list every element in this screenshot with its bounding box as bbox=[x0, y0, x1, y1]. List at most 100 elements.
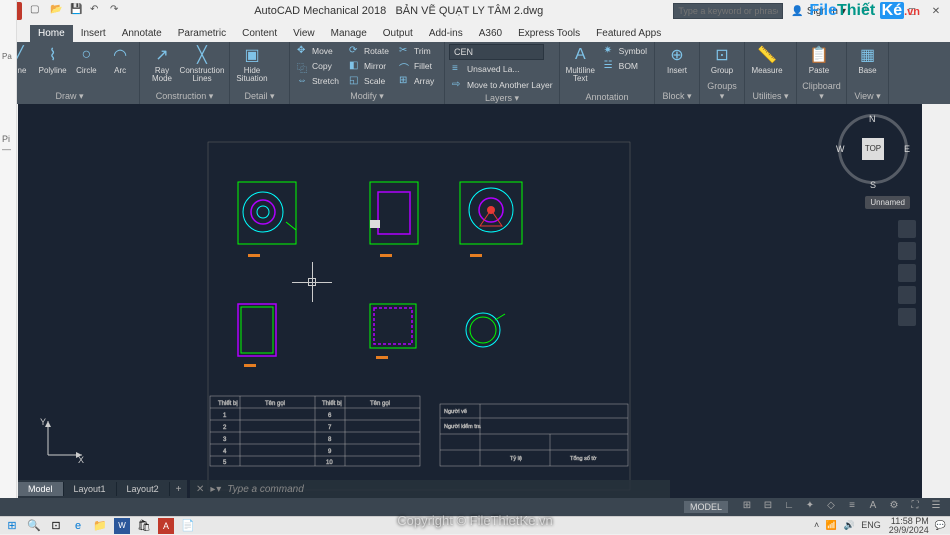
svg-text:3: 3 bbox=[223, 437, 227, 443]
store-icon[interactable]: 🛍 bbox=[136, 518, 152, 534]
copy-button[interactable]: ⿻Copy bbox=[294, 59, 342, 73]
tab-content[interactable]: Content bbox=[234, 25, 285, 42]
construction-lines-button[interactable]: ╳Construction Lines bbox=[184, 44, 220, 83]
tab-insert[interactable]: Insert bbox=[73, 25, 114, 42]
edge-icon[interactable]: e bbox=[70, 518, 86, 534]
ucs-unnamed-badge[interactable]: Unnamed bbox=[865, 196, 910, 209]
tray-chevron-icon[interactable]: ˄ bbox=[814, 520, 819, 530]
status-grid-icon[interactable]: ⊞ bbox=[739, 500, 755, 514]
scale-button[interactable]: ◱Scale bbox=[346, 74, 392, 88]
tab-manage[interactable]: Manage bbox=[323, 25, 375, 42]
tab-parametric[interactable]: Parametric bbox=[170, 25, 234, 42]
svg-text:Tên gọi: Tên gọi bbox=[370, 401, 390, 407]
measure-button[interactable]: 📏Measure bbox=[749, 44, 785, 75]
group-draw-label: Draw ▾ bbox=[4, 90, 135, 102]
explorer-icon[interactable]: 📁 bbox=[92, 518, 108, 534]
group-utilities-label: Utilities ▾ bbox=[749, 90, 792, 102]
mirror-button[interactable]: ◧Mirror bbox=[346, 59, 392, 73]
fillet-button[interactable]: ⌒Fillet bbox=[396, 59, 437, 73]
tab-addins[interactable]: Add-ins bbox=[421, 25, 471, 42]
ribbon: ╱Line ⌇Polyline ○Circle ◠Arc Draw ▾ ↗Ray… bbox=[0, 42, 950, 104]
array-button[interactable]: ⊞Array bbox=[396, 74, 437, 88]
cmdline-options-icon[interactable]: ▸ ▾ bbox=[210, 484, 221, 495]
status-fullscreen-icon[interactable]: ⛶ bbox=[907, 500, 923, 514]
nav-orbit-icon[interactable] bbox=[898, 286, 916, 304]
insert-button[interactable]: ⊕Insert bbox=[659, 44, 695, 75]
tab-express[interactable]: Express Tools bbox=[510, 25, 588, 42]
svg-text:7: 7 bbox=[328, 425, 332, 431]
tab-output[interactable]: Output bbox=[375, 25, 421, 42]
tray-network-icon[interactable]: 📶 bbox=[826, 520, 837, 530]
tab-a360[interactable]: A360 bbox=[471, 25, 510, 42]
move-to-layer-button[interactable]: ⇨Move to Another Layer bbox=[449, 78, 556, 92]
start-button[interactable]: ⊞ bbox=[4, 518, 20, 534]
clock[interactable]: 11:58 PM 29/9/2024 bbox=[889, 517, 929, 535]
status-workspace-icon[interactable]: ⚙ bbox=[886, 500, 902, 514]
group-construction-label: Construction ▾ bbox=[144, 90, 225, 102]
svg-text:10: 10 bbox=[326, 460, 333, 466]
nav-pan-icon[interactable] bbox=[898, 242, 916, 260]
pin-label: Pi— bbox=[2, 134, 11, 154]
move-button[interactable]: ✥Move bbox=[294, 44, 342, 58]
qat-redo-icon[interactable]: ↷ bbox=[110, 4, 124, 18]
status-polar-icon[interactable]: ✦ bbox=[802, 500, 818, 514]
search-input[interactable] bbox=[673, 3, 783, 19]
tab-view[interactable]: View bbox=[285, 25, 323, 42]
hide-situation-button[interactable]: ▣Hide Situation bbox=[234, 44, 270, 83]
paste-button[interactable]: 📋Paste bbox=[801, 44, 837, 75]
nav-zoom-icon[interactable] bbox=[898, 264, 916, 282]
notifications-icon[interactable]: 💬 bbox=[935, 520, 946, 531]
base-button[interactable]: ▦Base bbox=[851, 44, 884, 75]
svg-text:Người vẽ: Người vẽ bbox=[444, 409, 467, 415]
close-cmdline-icon[interactable]: ✕ bbox=[196, 484, 204, 495]
svg-text:Thiết bị: Thiết bị bbox=[218, 401, 238, 407]
task-view-icon[interactable]: ⊡ bbox=[48, 518, 64, 534]
word-icon[interactable]: W bbox=[114, 518, 130, 534]
status-annotation-icon[interactable]: A bbox=[865, 500, 881, 514]
polyline-button[interactable]: ⌇Polyline bbox=[38, 44, 68, 75]
viewcube[interactable]: TOP N S W E bbox=[838, 114, 908, 186]
stretch-button[interactable]: ⇔Stretch bbox=[294, 74, 342, 88]
tray-volume-icon[interactable]: 🔊 bbox=[843, 520, 854, 530]
status-model-badge[interactable]: MODEL bbox=[684, 501, 728, 513]
circle-button[interactable]: ○Circle bbox=[72, 44, 102, 75]
trim-button[interactable]: ✂Trim bbox=[396, 44, 437, 58]
group-detail-label: Detail ▾ bbox=[234, 90, 285, 102]
tab-model[interactable]: Model bbox=[18, 482, 64, 496]
layer-state-button[interactable]: ≡Unsaved La... bbox=[449, 62, 556, 76]
tray-lang[interactable]: ENG bbox=[861, 520, 881, 530]
arc-button[interactable]: ◠Arc bbox=[105, 44, 135, 75]
symbol-button[interactable]: ✷Symbol bbox=[601, 44, 650, 58]
svg-text:1: 1 bbox=[223, 413, 227, 419]
nav-showmotion-icon[interactable] bbox=[898, 308, 916, 326]
ray-button[interactable]: ↗Ray Mode bbox=[144, 44, 180, 83]
rotate-button[interactable]: ⟳Rotate bbox=[346, 44, 392, 58]
autocad-icon[interactable]: A bbox=[158, 518, 174, 534]
status-lineweight-icon[interactable]: ≡ bbox=[844, 500, 860, 514]
status-customize-icon[interactable]: ☰ bbox=[928, 500, 944, 514]
layer-select[interactable] bbox=[449, 44, 544, 60]
qat-open-icon[interactable]: 📂 bbox=[50, 4, 64, 18]
status-osnap-icon[interactable]: ◇ bbox=[823, 500, 839, 514]
status-ortho-icon[interactable]: ∟ bbox=[781, 500, 797, 514]
tab-layout1[interactable]: Layout1 bbox=[64, 482, 117, 496]
command-line[interactable]: ✕ ▸ ▾ Type a command bbox=[190, 480, 670, 498]
add-layout-button[interactable]: + bbox=[170, 482, 188, 497]
nav-wheel-icon[interactable] bbox=[898, 220, 916, 238]
tab-featured[interactable]: Featured Apps bbox=[588, 25, 669, 42]
status-snap-icon[interactable]: ⊟ bbox=[760, 500, 776, 514]
qat-new-icon[interactable]: ▢ bbox=[30, 4, 44, 18]
tab-layout2[interactable]: Layout2 bbox=[117, 482, 170, 496]
app-icon[interactable]: 📄 bbox=[180, 518, 196, 534]
group-button[interactable]: ⊡Group bbox=[704, 44, 740, 75]
close-icon[interactable]: ✕ bbox=[926, 6, 946, 17]
watermark-logo: FileThiết Ké.vn bbox=[809, 2, 920, 20]
bom-button[interactable]: ☱BOM bbox=[601, 59, 650, 73]
qat-undo-icon[interactable]: ↶ bbox=[90, 4, 104, 18]
multiline-text-button[interactable]: AMultiline Text bbox=[564, 44, 597, 83]
qat-save-icon[interactable]: 💾 bbox=[70, 4, 84, 18]
tab-home[interactable]: Home bbox=[30, 25, 73, 42]
search-icon[interactable]: 🔍 bbox=[26, 518, 42, 534]
drawing-viewport[interactable]: Thiết bị Tên gọi Thiết bị Tên gọi 16 27 … bbox=[18, 104, 922, 498]
tab-annotate[interactable]: Annotate bbox=[114, 25, 170, 42]
